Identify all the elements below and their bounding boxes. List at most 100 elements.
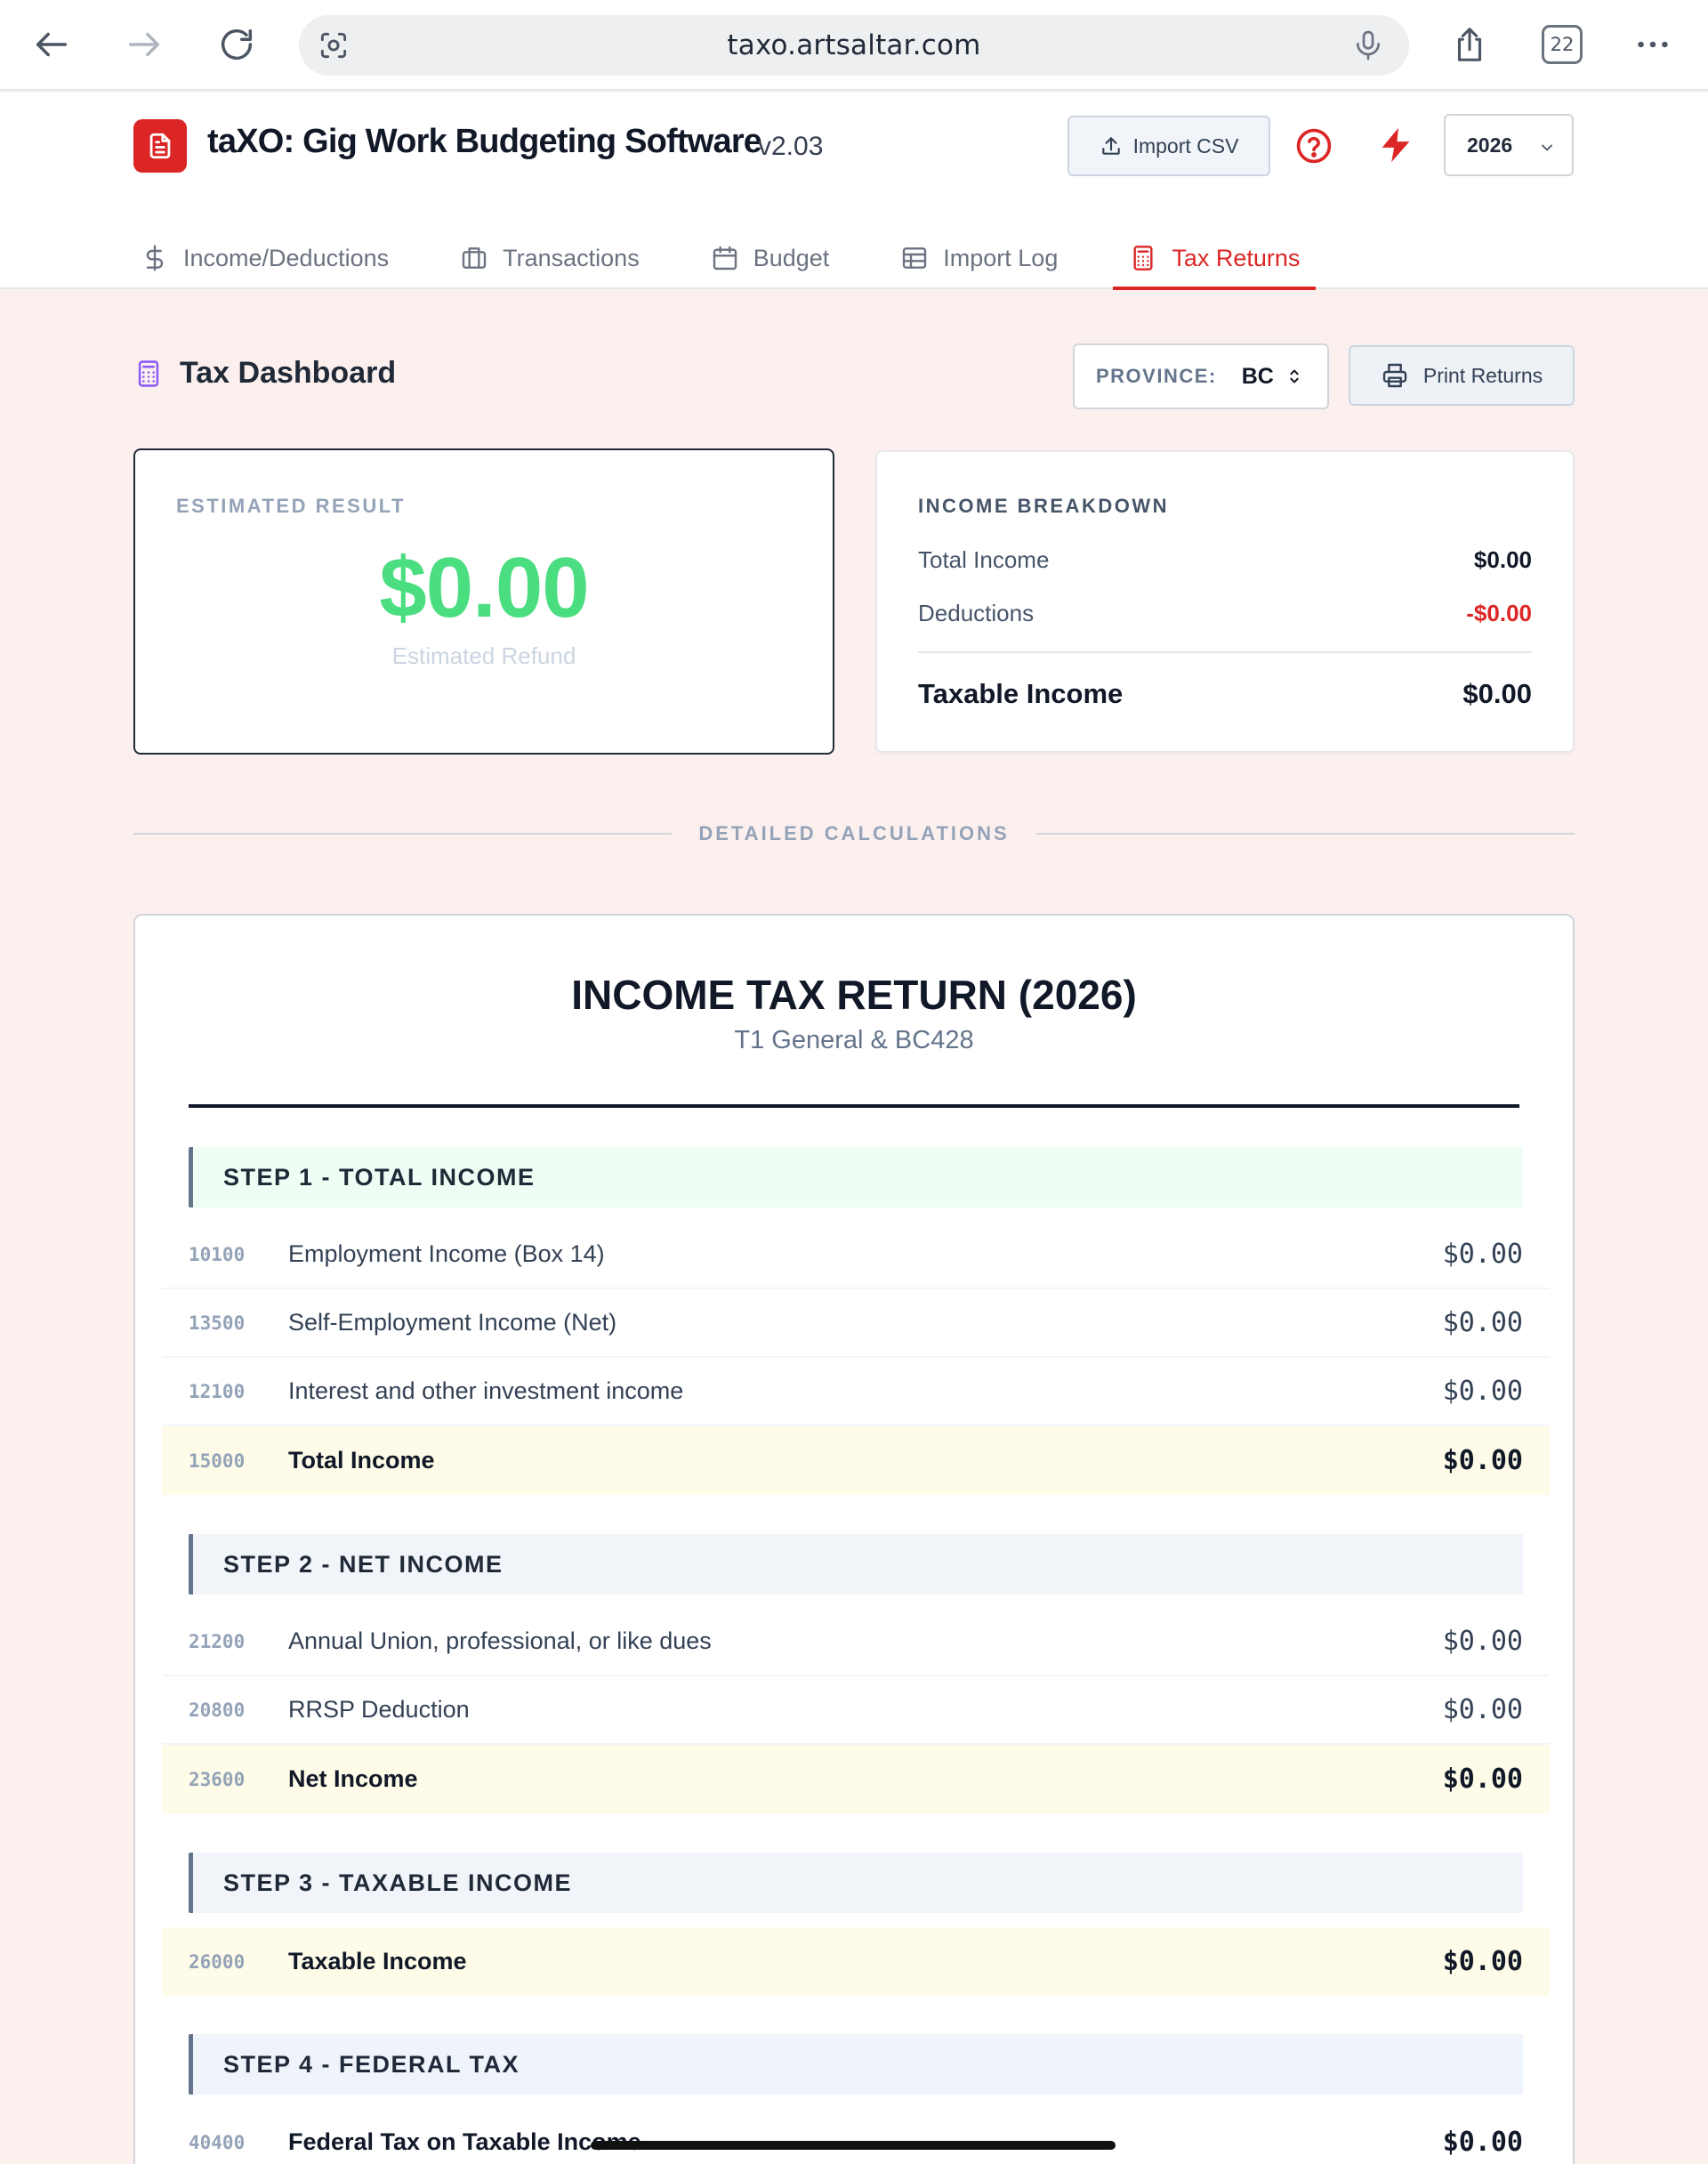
tab-income-deductions[interactable]: Income/Deductions [125,226,405,290]
print-returns-button[interactable]: Print Returns [1349,345,1575,406]
arrow-right-icon [128,32,160,57]
app-version: v2.03 [758,132,824,161]
breakdown-total-label: Taxable Income [918,678,1124,709]
year-value: 2026 [1467,133,1513,157]
separator-line [133,833,673,835]
chevron-updown-icon [1290,369,1299,384]
result-amount: $0.00 [379,540,589,635]
share-button[interactable] [1443,18,1496,71]
line-code: 21200 [189,1630,246,1652]
separator-label: DETAILED CALCULATIONS [698,822,1010,844]
tab-label: Transactions [503,244,640,271]
tax-return-document: INCOME TAX RETURN (2026) T1 General & BC… [133,914,1575,2164]
back-button[interactable] [25,18,78,71]
step-header: STEP 2 - NET INCOME [189,1534,1523,1595]
upload-icon [1101,137,1120,155]
breakdown-row-label: Total Income [918,546,1050,573]
line-code: 10100 [189,1243,246,1265]
step-header: STEP 3 - TAXABLE INCOME [189,1853,1523,1913]
income-breakdown-card: INCOME BREAKDOWN Total Income $0.00 Dedu… [875,450,1575,753]
return-title: INCOME TAX RETURN (2026) [571,972,1137,1018]
tab-label: Import Log [943,244,1059,271]
tab-transactions[interactable]: Transactions [444,226,656,290]
line-description: Self-Employment Income (Net) [288,1309,617,1336]
camera-search-icon[interactable] [317,28,350,62]
browser-toolbar: taxo.artsaltar.com 22 [0,0,1708,91]
help-icon[interactable] [1294,126,1333,166]
result-label: ESTIMATED RESULT [176,495,406,517]
tab-count-button[interactable]: 22 [1542,25,1583,64]
line-amount: $0.00 [1442,1376,1523,1407]
app-title: taXO: Gig Work Budgeting Software [207,123,762,160]
breakdown-divider [918,651,1532,653]
document-icon [149,133,171,159]
import-csv-label: Import CSV [1132,133,1239,157]
tab-budget[interactable]: Budget [695,226,846,290]
breakdown-label: INCOME BREAKDOWN [918,495,1169,517]
microphone-icon[interactable] [1350,28,1386,63]
line-description: Employment Income (Box 14) [288,1240,605,1267]
chevron-down-icon [1542,144,1552,151]
arrow-left-icon [36,32,68,57]
year-select[interactable]: 2026 [1444,114,1574,176]
address-bar[interactable]: taxo.artsaltar.com [299,15,1409,76]
line-code: 26000 [189,1950,246,1973]
table-icon [903,247,927,269]
line-description: Annual Union, professional, or like dues [288,1627,712,1654]
dashboard-title: Tax Dashboard [133,356,396,391]
app-header: taXO: Gig Work Budgeting Software v2.03 … [0,93,1708,290]
line-amount: $0.00 [1442,1764,1523,1795]
tab-label: Budget [753,244,830,271]
ellipsis-icon [1638,41,1668,48]
tab-tax-returns[interactable]: Tax Returns [1113,226,1317,290]
tab-import-log[interactable]: Import Log [884,226,1074,290]
estimated-result-card: ESTIMATED RESULT $0.00 Estimated Refund [133,448,834,755]
province-select[interactable]: PROVINCE: BC [1073,343,1329,409]
line-description: Total Income [288,1447,435,1474]
line-description: RRSP Deduction [288,1696,470,1723]
line-code: 15000 [189,1449,246,1472]
forward-button[interactable] [117,18,171,71]
url-text: taxo.artsaltar.com [727,29,981,61]
step-header: STEP 1 - TOTAL INCOME [189,1147,1523,1207]
briefcase-icon [462,247,487,269]
line-amount: $0.00 [1442,2127,1523,2158]
app-logo [133,119,187,173]
breakdown-row: Deductions -$0.00 [918,600,1532,627]
breakdown-row-value: -$0.00 [1466,600,1532,626]
share-icon [1457,28,1482,61]
line-amount: $0.00 [1442,1307,1523,1338]
home-indicator [591,2141,1116,2150]
line-amount: $0.00 [1442,1445,1523,1476]
line-description: Taxable Income [288,1948,467,1974]
calendar-icon [713,246,737,270]
breakdown-row-value: $0.00 [1473,546,1532,573]
more-menu-button[interactable] [1626,18,1680,71]
dollar-icon [146,245,164,271]
return-line: 20800 RRSP Deduction $0.00 [162,1676,1550,1745]
section-separator: DETAILED CALCULATIONS [133,822,1575,845]
calculator-icon [1133,246,1153,270]
line-code: 40400 [189,2131,246,2153]
province-label: PROVINCE: [1096,365,1217,387]
line-code: 23600 [189,1768,246,1790]
province-value: BC [1241,363,1274,389]
line-code: 13500 [189,1312,246,1334]
line-description: Net Income [288,1765,418,1792]
line-code: 12100 [189,1380,246,1402]
lightning-icon[interactable] [1375,125,1416,166]
breakdown-total: Taxable Income $0.00 [918,678,1532,710]
reload-button[interactable] [210,18,263,71]
line-amount: $0.00 [1442,1694,1523,1725]
calculator-icon [138,359,159,387]
main-tabs: Income/Deductions Transactions Budget Im… [125,226,1355,290]
return-line: 13500 Self-Employment Income (Net) $0.00 [162,1289,1550,1358]
return-line: 12100 Interest and other investment inco… [162,1358,1550,1426]
line-amount: $0.00 [1442,1946,1523,1977]
return-line: 40400 Federal Tax on Taxable Income $0.0… [162,2108,1550,2164]
dashboard-title-text: Tax Dashboard [180,356,397,390]
line-amount: $0.00 [1442,1626,1523,1657]
return-total-line: 26000 Taxable Income $0.00 [162,1927,1550,1996]
return-total-line: 23600 Net Income $0.00 [162,1745,1550,1813]
import-csv-button[interactable]: Import CSV [1068,116,1270,176]
